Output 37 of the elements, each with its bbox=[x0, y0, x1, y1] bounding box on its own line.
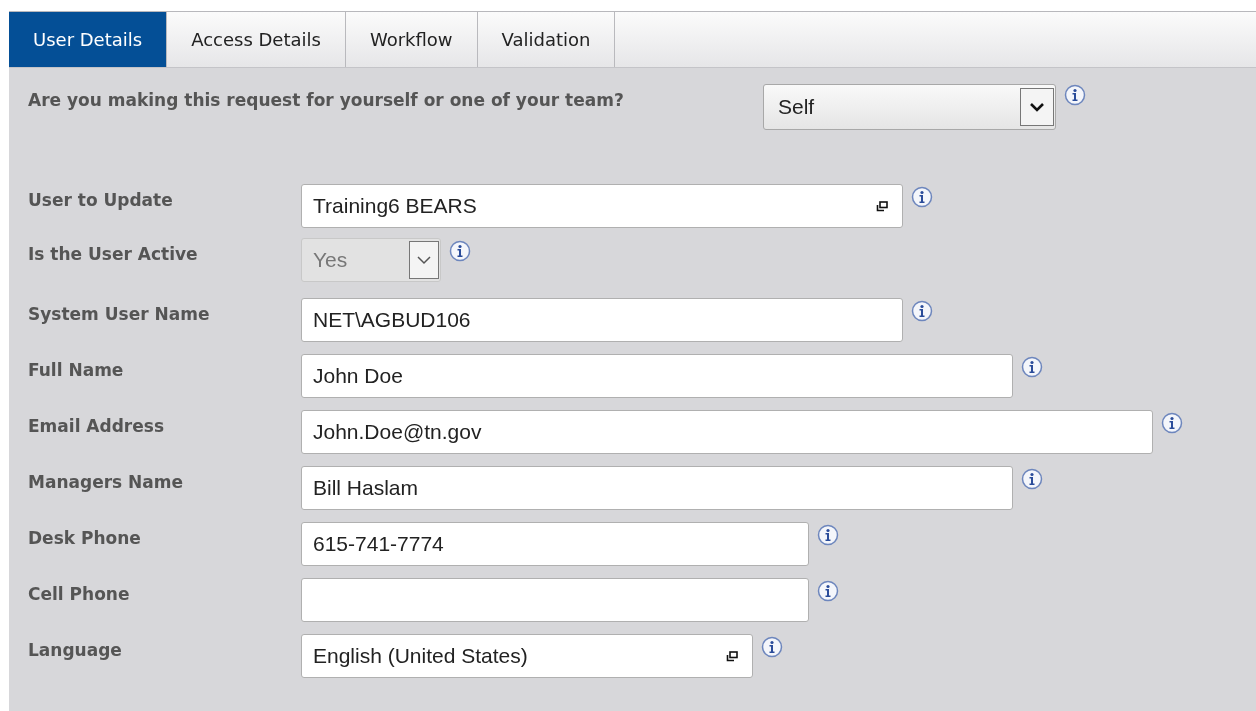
popup-icon[interactable] bbox=[726, 650, 738, 662]
field-label: Full Name bbox=[28, 359, 125, 380]
field-label: User to Update bbox=[28, 189, 174, 210]
field-label: Is the User Active bbox=[28, 243, 199, 264]
info-icon[interactable] bbox=[911, 186, 933, 208]
info-icon[interactable] bbox=[1021, 356, 1043, 378]
tab[interactable]: Access Details bbox=[167, 12, 346, 67]
info-icon[interactable] bbox=[1064, 84, 1086, 106]
info-icon[interactable] bbox=[1161, 412, 1183, 434]
info-icon[interactable] bbox=[817, 524, 839, 546]
chevron-icon bbox=[1029, 102, 1045, 112]
lookup-field[interactable]: Training6 BEARS bbox=[301, 184, 903, 228]
info-icon[interactable] bbox=[449, 240, 471, 262]
text-field[interactable]: NET\AGBUD106 bbox=[301, 298, 903, 342]
field-label: Desk Phone bbox=[28, 527, 142, 548]
text-field[interactable]: 615-741-7774 bbox=[301, 522, 809, 566]
field-label: Cell Phone bbox=[28, 583, 131, 604]
lookup-field[interactable]: English (United States) bbox=[301, 634, 753, 678]
field-label: Managers Name bbox=[28, 471, 185, 492]
tab[interactable]: Workflow bbox=[345, 12, 478, 67]
question-label: Are you making this request for yourself or one of your team? bbox=[28, 90, 625, 110]
field-label: Language bbox=[28, 639, 123, 660]
text-field[interactable]: John Doe bbox=[301, 354, 1013, 398]
text-field[interactable]: Bill Haslam bbox=[301, 466, 1013, 510]
dropdown[interactable]: Self bbox=[763, 84, 1056, 130]
info-icon[interactable] bbox=[911, 300, 933, 322]
field-label: System User Name bbox=[28, 303, 211, 324]
tab[interactable]: Validation bbox=[477, 12, 616, 67]
text-field[interactable] bbox=[301, 578, 809, 622]
popup-icon[interactable] bbox=[876, 200, 888, 212]
text-field[interactable]: John.Doe@tn.gov bbox=[301, 410, 1153, 454]
field-label: Email Address bbox=[28, 415, 166, 436]
tab[interactable]: User Details bbox=[9, 12, 168, 67]
chevron-icon bbox=[416, 255, 432, 265]
info-icon[interactable] bbox=[761, 636, 783, 658]
info-icon[interactable] bbox=[817, 580, 839, 602]
info-icon[interactable] bbox=[1021, 468, 1043, 490]
